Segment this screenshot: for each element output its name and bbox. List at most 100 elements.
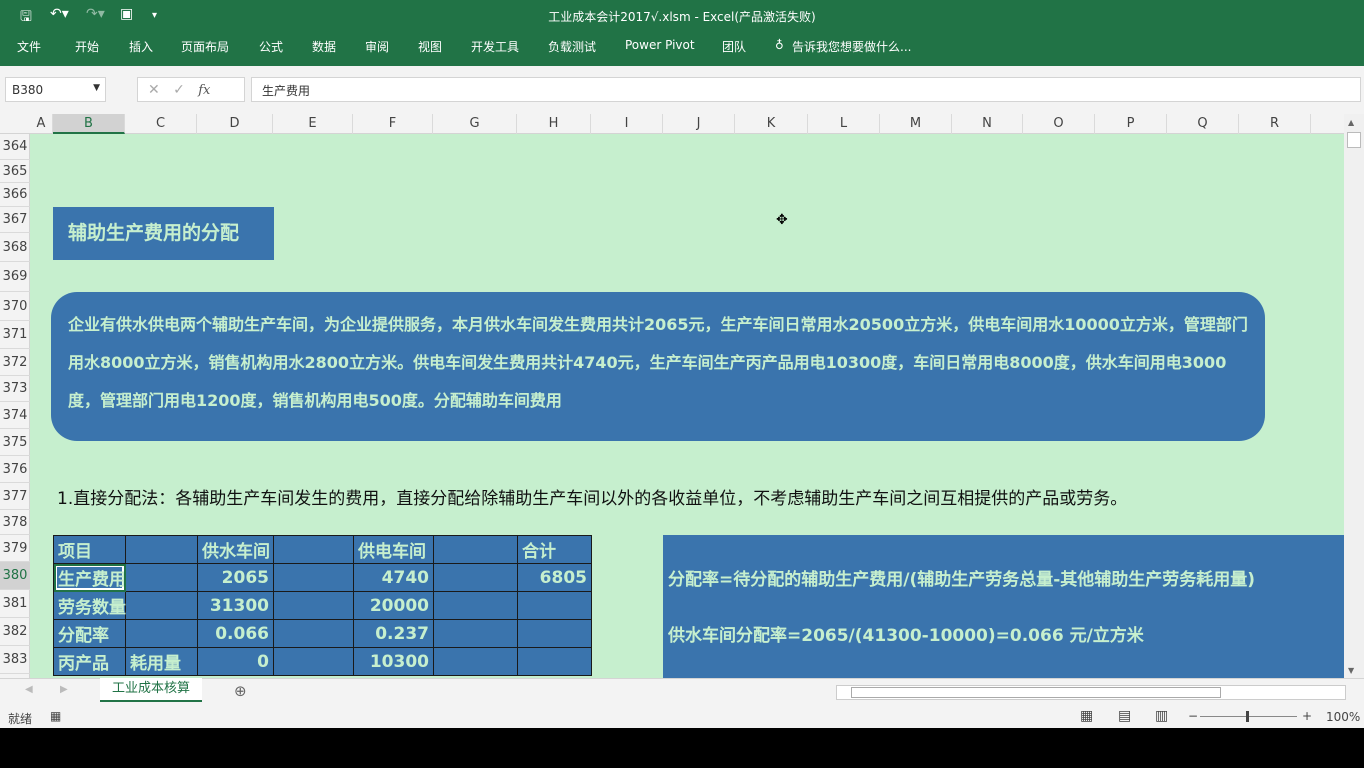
table-cell[interactable]: 合计 [517, 535, 592, 564]
table-cell[interactable]: 0.237 [353, 619, 434, 648]
column-header[interactable]: O [1023, 114, 1095, 134]
table-cell[interactable] [433, 535, 518, 564]
table-cell[interactable]: 0 [197, 647, 274, 676]
horizontal-scrollbar[interactable] [836, 685, 1346, 700]
page-break-view-icon[interactable]: ▥ [1155, 708, 1168, 724]
table-cell[interactable]: 劳务数量 [53, 591, 126, 620]
row-header[interactable]: 383 [0, 646, 30, 674]
column-header[interactable]: B [53, 114, 125, 134]
table-cell[interactable]: 31300 [197, 591, 274, 620]
scroll-thumb[interactable] [1347, 132, 1361, 148]
table-cell[interactable]: 分配率 [53, 619, 126, 648]
table-cell[interactable]: 4740 [353, 563, 434, 592]
table-cell[interactable] [125, 619, 198, 648]
table-cell[interactable] [125, 535, 198, 564]
row-header[interactable]: 378 [0, 510, 30, 535]
worksheet-grid[interactable]: 辅助生产费用的分配 企业有供水供电两个辅助生产车间，为企业提供服务，本月供水车间… [30, 134, 1344, 678]
table-cell[interactable] [517, 647, 592, 676]
table-cell[interactable] [273, 619, 354, 648]
tab-file[interactable]: 文件 [17, 38, 41, 55]
tab-review[interactable]: 审阅 [365, 38, 389, 55]
row-header[interactable]: 376 [0, 456, 30, 483]
table-cell[interactable]: 6805 [517, 563, 592, 592]
row-header[interactable]: 364 [0, 134, 30, 160]
cancel-icon[interactable]: ✕ [148, 82, 160, 98]
row-header[interactable]: 380 [0, 562, 30, 590]
table-cell[interactable] [273, 591, 354, 620]
column-header[interactable]: J [663, 114, 735, 134]
macro-record-icon[interactable]: ▦ [50, 709, 61, 723]
sheet-tab-active[interactable]: 工业成本核算 [100, 678, 202, 702]
vertical-scrollbar[interactable]: ▲ ▼ [1344, 114, 1364, 678]
table-cell[interactable]: 0.066 [197, 619, 274, 648]
row-header[interactable]: 369 [0, 262, 30, 292]
row-header[interactable]: 379 [0, 535, 30, 562]
table-cell[interactable]: 耗用量 [125, 647, 198, 676]
table-cell[interactable] [125, 591, 198, 620]
row-header[interactable]: 382 [0, 618, 30, 646]
tab-insert[interactable]: 插入 [129, 38, 153, 55]
formula-input[interactable]: 生产费用 [251, 77, 1361, 102]
tab-power-pivot[interactable]: Power Pivot [625, 38, 695, 52]
column-header[interactable]: H [517, 114, 591, 134]
row-header[interactable]: 377 [0, 483, 30, 510]
zoom-in-icon[interactable]: + [1302, 709, 1312, 723]
table-cell[interactable]: 10300 [353, 647, 434, 676]
tab-view[interactable]: 视图 [418, 38, 442, 55]
table-cell[interactable] [517, 591, 592, 620]
tab-load-test[interactable]: 负载测试 [548, 38, 596, 55]
row-header[interactable]: 367 [0, 207, 30, 233]
row-header[interactable]: 371 [0, 321, 30, 349]
column-header[interactable]: R [1239, 114, 1311, 134]
table-cell[interactable]: 丙产品 [53, 647, 126, 676]
next-sheet-icon[interactable]: ▶ [60, 684, 68, 695]
row-header[interactable]: 365 [0, 160, 30, 183]
row-header[interactable]: 373 [0, 376, 30, 402]
column-header[interactable]: F [353, 114, 433, 134]
column-header[interactable]: N [952, 114, 1023, 134]
h-scroll-thumb[interactable] [851, 687, 1221, 698]
column-header[interactable]: C [125, 114, 197, 134]
page-layout-view-icon[interactable]: ▤ [1118, 708, 1131, 724]
table-cell[interactable] [433, 647, 518, 676]
normal-view-icon[interactable]: ▦ [1080, 708, 1093, 724]
tab-developer[interactable]: 开发工具 [471, 38, 519, 55]
add-sheet-icon[interactable]: ⊕ [234, 682, 247, 700]
zoom-out-icon[interactable]: − [1188, 709, 1198, 723]
column-header[interactable]: L [808, 114, 880, 134]
column-header[interactable]: E [273, 114, 353, 134]
column-header[interactable]: G [433, 114, 517, 134]
column-header[interactable]: A [30, 114, 53, 134]
name-box[interactable]: B380 ▼ [5, 77, 106, 102]
tell-me-search[interactable]: 告诉我您想要做什么... [792, 38, 911, 55]
tab-data[interactable]: 数据 [312, 38, 336, 55]
row-header[interactable]: 368 [0, 233, 30, 262]
tab-home[interactable]: 开始 [75, 38, 99, 55]
table-cell[interactable] [517, 619, 592, 648]
table-cell[interactable] [125, 563, 198, 592]
column-header[interactable]: M [880, 114, 952, 134]
row-header[interactable]: 375 [0, 429, 30, 456]
row-header[interactable]: 370 [0, 292, 30, 321]
table-cell[interactable]: 项目 [53, 535, 126, 564]
table-cell[interactable]: 供水车间 [197, 535, 274, 564]
tab-team[interactable]: 团队 [722, 38, 746, 55]
table-cell[interactable] [273, 563, 354, 592]
table-cell[interactable] [273, 647, 354, 676]
row-header[interactable]: 372 [0, 349, 30, 376]
column-header[interactable]: Q [1167, 114, 1239, 134]
row-header[interactable]: 381 [0, 590, 30, 618]
table-cell[interactable] [433, 619, 518, 648]
prev-sheet-icon[interactable]: ◀ [25, 684, 33, 695]
table-cell[interactable] [433, 563, 518, 592]
tab-formulas[interactable]: 公式 [259, 38, 283, 55]
table-cell[interactable]: 供电车间 [353, 535, 434, 564]
table-cell[interactable]: 生产费用 [53, 563, 126, 592]
zoom-slider-thumb[interactable] [1246, 711, 1249, 722]
zoom-level[interactable]: 100% [1326, 710, 1360, 724]
row-header[interactable]: 374 [0, 402, 30, 429]
row-header[interactable]: 366 [0, 183, 30, 207]
column-header[interactable]: P [1095, 114, 1167, 134]
column-header[interactable]: D [197, 114, 273, 134]
tab-page-layout[interactable]: 页面布局 [181, 38, 229, 55]
